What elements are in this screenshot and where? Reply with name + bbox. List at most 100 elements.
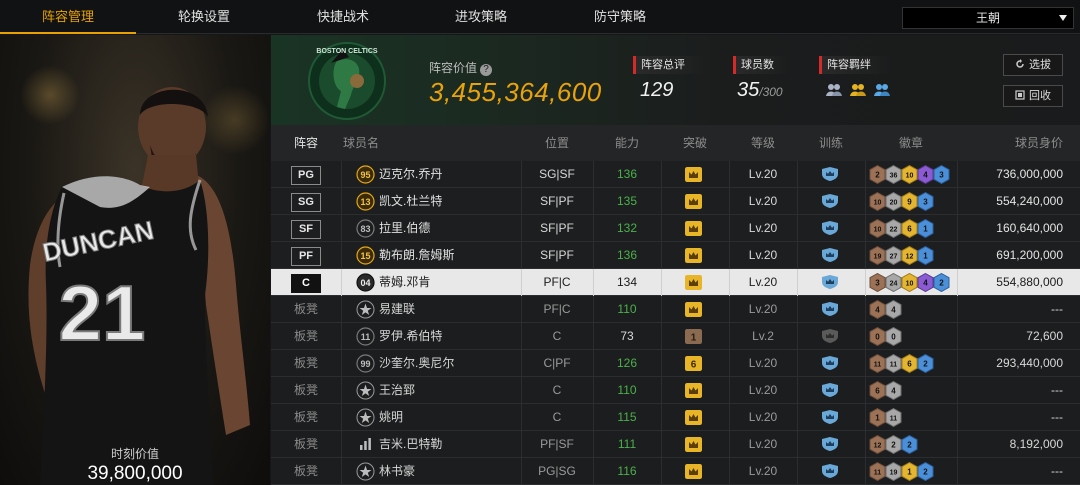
badges-cell[interactable]: 1 11 [865, 404, 957, 431]
breakthrough-cell[interactable] [661, 377, 729, 404]
breakthrough-cell[interactable]: 1 [661, 323, 729, 350]
breakthrough-cell[interactable] [661, 242, 729, 269]
table-row[interactable]: PG 95 迈克尔.乔丹 SG|SF 136 Lv.20 2 36 10 4 3 736,000,00… [271, 161, 1080, 188]
badges-cell[interactable]: 19 27 12 1 [865, 242, 957, 269]
training-cell[interactable] [797, 377, 865, 404]
column-divider [593, 431, 594, 458]
breakthrough-cell[interactable] [661, 161, 729, 188]
training-cell[interactable] [797, 350, 865, 377]
training-cell[interactable] [797, 323, 865, 350]
badges-cell[interactable]: 2 36 10 4 3 [865, 161, 957, 188]
team-select-dropdown[interactable]: 王朝 [902, 7, 1074, 29]
bond-people-icon[interactable] [849, 81, 867, 99]
badges-cell[interactable]: 44 [865, 296, 957, 323]
badges-cell[interactable]: 64 [865, 377, 957, 404]
position-slot-badge[interactable]: PG [291, 166, 321, 185]
breakthrough-cell[interactable] [661, 215, 729, 242]
badge-hex-icon: 1 [917, 246, 934, 265]
badges-cell[interactable]: 11 11 6 2 [865, 350, 957, 377]
table-row[interactable]: 板凳 姚明 C 115 Lv.20 1 11 --- [271, 404, 1080, 431]
training-cell[interactable] [797, 161, 865, 188]
player-name-cell[interactable]: 姚明 [343, 404, 521, 431]
breakthrough-cell[interactable] [661, 296, 729, 323]
column-divider [661, 377, 662, 404]
badges-cell[interactable]: 3 24 10 4 2 [865, 269, 957, 296]
training-cell[interactable] [797, 242, 865, 269]
recycle-button[interactable]: 回收 [1003, 85, 1063, 107]
breakthrough-cell[interactable] [661, 188, 729, 215]
breakthrough-cell[interactable] [661, 431, 729, 458]
column-divider [797, 161, 798, 188]
table-row[interactable]: SG 13 凯文.杜兰特 SF|PF 135 Lv.20 10 20 9 3 554,240,000 [271, 188, 1080, 215]
player-name-cell[interactable]: 林书豪 [343, 458, 521, 485]
player-name-cell[interactable]: 11 罗伊.希伯特 [343, 323, 521, 350]
tab-rotation-settings[interactable]: 轮换设置 [136, 0, 272, 34]
training-cell[interactable] [797, 188, 865, 215]
player-level: Lv.20 [748, 194, 778, 208]
badges-cell[interactable]: 00 [865, 323, 957, 350]
rank-number: 11 [361, 332, 371, 342]
player-name-cell[interactable]: 04 蒂姆.邓肯 [343, 269, 521, 296]
breakthrough-cell[interactable] [661, 269, 729, 296]
crown-icon [685, 410, 702, 425]
training-cell[interactable] [797, 296, 865, 323]
tab-offense-strategy[interactable]: 进攻策略 [413, 0, 549, 34]
player-name-cell[interactable]: 王治郅 [343, 377, 521, 404]
training-cell[interactable] [797, 215, 865, 242]
badges-cell[interactable]: 11 19 1 2 [865, 458, 957, 485]
position-slot-badge[interactable]: SG [291, 193, 321, 212]
badge-hex-icon: 10 [901, 165, 918, 184]
player-position: SF|PF [540, 194, 574, 208]
tab-defense-strategy[interactable]: 防守策略 [552, 0, 688, 34]
badges-cell[interactable]: 10 20 9 3 [865, 188, 957, 215]
table-row[interactable]: PF 15 勒布朗.詹姆斯 SF|PF 136 Lv.20 19 27 12 1 691,200,0… [271, 242, 1080, 269]
tab-lineup-management[interactable]: 阵容管理 [0, 0, 136, 34]
player-showcase[interactable]: DUNCAN 21 时刻价值 39,800,000 [0, 35, 270, 485]
training-cell[interactable] [797, 404, 865, 431]
select-button[interactable]: 选拔 [1003, 54, 1063, 76]
position-slot-badge[interactable]: C [291, 274, 321, 293]
crown-icon [685, 248, 702, 263]
training-cell[interactable] [797, 269, 865, 296]
column-divider [341, 188, 342, 215]
table-row[interactable]: 板凳 林书豪 PG|SG 116 Lv.20 11 19 1 2 --- [271, 458, 1080, 485]
table-row[interactable]: SF 83 拉里.伯德 SF|PF 132 Lv.20 10 22 6 1 160,640,000 [271, 215, 1080, 242]
breakthrough-level-icon: 1 [685, 329, 702, 344]
player-name-cell[interactable]: 95 迈克尔.乔丹 [343, 161, 521, 188]
position-slot-badge[interactable]: SF [291, 220, 321, 239]
position-slot-badge[interactable]: PF [291, 247, 321, 266]
player-name-cell[interactable]: 13 凯文.杜兰特 [343, 188, 521, 215]
bench-label: 板凳 [293, 356, 318, 370]
star-icon [356, 300, 375, 319]
player-position: C|PF [543, 356, 571, 370]
breakthrough-cell[interactable]: 6 [661, 350, 729, 377]
player-name-cell[interactable]: 吉米.巴特勒 [343, 431, 521, 458]
lineup-slot: 板凳 [271, 458, 341, 485]
player-name-cell[interactable]: 83 拉里.伯德 [343, 215, 521, 242]
training-cell[interactable] [797, 458, 865, 485]
badges-cell[interactable]: 12 2 2 [865, 431, 957, 458]
badges-cell[interactable]: 10 22 6 1 [865, 215, 957, 242]
badge-count: 11 [874, 362, 882, 369]
rank-badge-icon: 15 [356, 246, 375, 265]
table-row[interactable]: 板凳 易建联 PF|C 110 Lv.20 4 4 --- [271, 296, 1080, 323]
bond-people-icon[interactable] [873, 81, 891, 99]
help-icon[interactable]: ? [480, 64, 493, 76]
column-divider [593, 458, 594, 485]
player-name-cell[interactable]: 15 勒布朗.詹姆斯 [343, 242, 521, 269]
table-row[interactable]: 板凳 11 罗伊.希伯特 C 73 1 Lv.2 0 0 72,600 [271, 323, 1080, 350]
table-row[interactable]: 板凳 99 沙奎尔.奥尼尔 C|PF 126 6 Lv.20 11 11 6 2 293,440,00… [271, 350, 1080, 377]
bond-people-icon[interactable] [825, 81, 843, 99]
table-row[interactable]: 板凳 王治郅 C 110 Lv.20 6 4 --- [271, 377, 1080, 404]
tab-quick-tactics[interactable]: 快捷战术 [275, 0, 411, 34]
player-name-cell[interactable]: 99 沙奎尔.奥尼尔 [343, 350, 521, 377]
training-cell[interactable] [797, 431, 865, 458]
breakthrough-cell[interactable] [661, 458, 729, 485]
table-row[interactable]: C 04 蒂姆.邓肯 PF|C 134 Lv.20 3 24 10 4 2 554,880,000 [271, 269, 1080, 296]
table-row[interactable]: 板凳 吉米.巴特勒 PF|SF 111 Lv.20 12 2 2 8,192,000 [271, 431, 1080, 458]
player-name: 罗伊.希伯特 [379, 329, 443, 343]
column-divider [797, 431, 798, 458]
player-name-cell[interactable]: 易建联 [343, 296, 521, 323]
column-divider [341, 215, 342, 242]
breakthrough-cell[interactable] [661, 404, 729, 431]
